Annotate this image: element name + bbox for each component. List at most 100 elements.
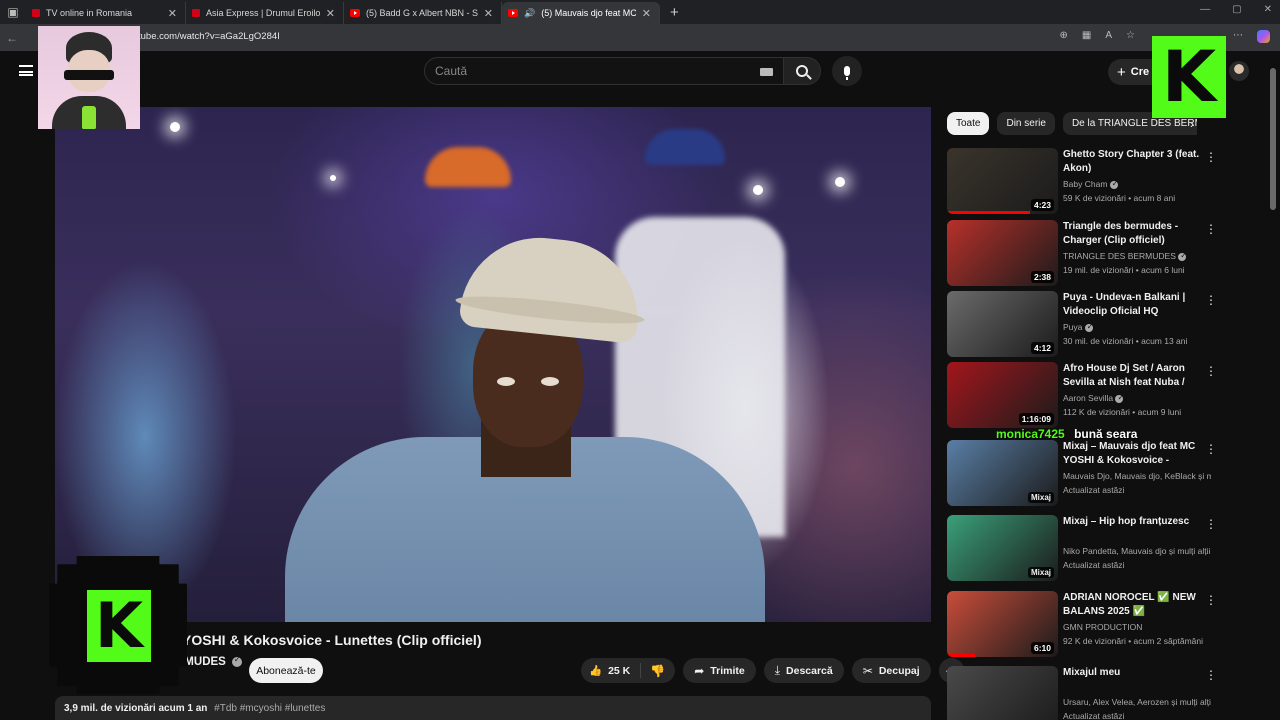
search-button[interactable] <box>783 57 821 85</box>
read-aloud-icon[interactable]: A <box>1105 30 1112 43</box>
share-button[interactable]: ➦ Trimite <box>683 658 756 683</box>
browser-tab-4-active[interactable]: 🔊 (5) Mauvais djo feat MC YOSHI ✕ <box>502 2 660 24</box>
download-button[interactable]: ⤓ Descarcă <box>763 658 844 683</box>
video-thumbnail[interactable] <box>947 666 1058 720</box>
recommendation-channel[interactable]: Niko Pandetta, Mauvais djo și mulți alți… <box>1063 546 1211 556</box>
video-thumbnail[interactable]: Mixaj <box>947 515 1058 581</box>
recommendation-title[interactable]: Afro House Dj Set / Aaron Sevilla at Nis… <box>1063 362 1201 390</box>
recommendation-title[interactable]: Triangle des bermudes - Charger (Clip of… <box>1063 220 1201 248</box>
recommendation-channel[interactable]: Baby Cham <box>1063 179 1211 189</box>
video-thumbnail[interactable]: 2:38 <box>947 220 1058 286</box>
like-dislike-group: 👍 25 K 👎 <box>581 658 676 683</box>
channel-name: Niko Pandetta, Mauvais djo și mulți alți… <box>1063 546 1211 556</box>
recommendation-item[interactable]: Mixajul meu Ursaru, Alex Velea, Aerozen ș… <box>947 666 1217 720</box>
menu-hamburger-icon[interactable] <box>19 65 33 76</box>
stage-light <box>753 185 763 195</box>
kebab-menu-icon[interactable]: ⋮ <box>1205 364 1217 378</box>
kebab-menu-icon[interactable]: ⋮ <box>1205 517 1217 531</box>
recommendation-title[interactable]: Puya - Undeva-n Balkani | Videoclip Ofic… <box>1063 291 1201 319</box>
url-text[interactable]: tube.com/watch?v=aGa2LgO284I <box>138 31 280 42</box>
kebab-menu-icon[interactable]: ⋮ <box>1205 442 1217 456</box>
recommendation-item[interactable]: Mixaj Mixaj – Mauvais djo feat MC YOSHI &… <box>947 440 1217 506</box>
kebab-menu-icon[interactable]: ⋮ <box>1205 668 1217 682</box>
window-close-icon[interactable]: ✕ <box>1264 4 1272 15</box>
tab-close-icon[interactable]: ✕ <box>168 7 177 20</box>
description-box[interactable]: 3,9 mil. de vizionări acum 1 an #Tdb #mc… <box>55 696 931 720</box>
recommendation-channel[interactable]: Puya <box>1063 322 1211 332</box>
copilot-icon[interactable] <box>1257 30 1270 43</box>
download-icon: ⤓ <box>774 663 781 677</box>
browser-tab-3[interactable]: (5) Badd G x Albert NBN - Situatie ✕ <box>344 2 502 24</box>
video-thumbnail[interactable]: Mixaj <box>947 440 1058 506</box>
more-menu-icon[interactable]: ⋯ <box>1233 30 1243 43</box>
recommendation-title[interactable]: Mixajul meu <box>1063 666 1201 680</box>
video-thumbnail[interactable]: 4:12 <box>947 291 1058 357</box>
duration-badge: 1:16:09 <box>1018 413 1054 425</box>
apps-icon[interactable]: ▦ <box>1082 30 1091 43</box>
search-input[interactable] <box>435 64 735 78</box>
subscribe-button[interactable]: Abonează-te <box>249 658 323 683</box>
minimize-icon[interactable]: — <box>1200 4 1210 15</box>
recommendation-channel[interactable]: Aaron Sevilla <box>1063 393 1211 403</box>
avatar-jacket-stripe <box>82 106 96 129</box>
recommendation-item[interactable]: Mixaj Mixaj – Hip hop franțuzesc Niko Pand… <box>947 515 1217 581</box>
kebab-menu-icon[interactable]: ⋮ <box>1205 593 1217 607</box>
kebab-menu-icon[interactable]: ⋮ <box>1205 150 1217 164</box>
channel-name: Ursaru, Alex Velea, Aerozen și mulți alț… <box>1063 697 1211 707</box>
audio-playing-icon[interactable]: 🔊 <box>524 8 535 19</box>
recommendation-channel[interactable]: TRIANGLE DES BERMUDES <box>1063 251 1211 261</box>
recommendation-title[interactable]: Ghetto Story Chapter 3 (feat. Akon) <box>1063 148 1201 176</box>
browser-tab-2[interactable]: Asia Express | Drumul Eroilor e o ✕ <box>186 2 344 24</box>
kebab-menu-icon[interactable]: ⋮ <box>1205 222 1217 236</box>
download-label: Descarcă <box>786 664 833 677</box>
channel-name: TRIANGLE DES BERMUDES <box>1063 251 1176 261</box>
dislike-button[interactable]: 👎 <box>641 664 675 678</box>
stage-light <box>835 177 845 187</box>
favorite-star-icon[interactable]: ☆ <box>1126 30 1135 43</box>
hashtags[interactable]: #Tdb #mcyoshi #lunettes <box>214 703 325 714</box>
tab-actions-icon[interactable]: ▣ <box>0 0 26 24</box>
video-thumbnail[interactable]: 6:10 <box>947 591 1058 657</box>
recommendation-title[interactable]: Mixaj – Hip hop franțuzesc <box>1063 515 1201 529</box>
recommendation-meta: 92 K de vizionări • acum 2 săptămâni <box>1063 636 1203 646</box>
page-scrollbar[interactable] <box>1270 68 1276 210</box>
recommendation-item[interactable]: 4:23 Ghetto Story Chapter 3 (feat. Akon) B… <box>947 148 1217 214</box>
tab-close-icon[interactable]: ✕ <box>326 7 335 20</box>
reader-icon[interactable]: ⊕ <box>1060 30 1068 43</box>
kebab-menu-icon[interactable]: ⋮ <box>1205 293 1217 307</box>
browser-tab-1[interactable]: TV online in Romania ✕ <box>26 2 186 24</box>
like-button[interactable]: 👍 25 K <box>581 663 642 678</box>
clip-button[interactable]: ✂ Decupaj <box>851 658 931 683</box>
recommendation-channel[interactable]: Mauvais Djo, Mauvais djo, KeBlack și mu.… <box>1063 471 1211 481</box>
video-thumbnail[interactable]: 4:23 <box>947 148 1058 214</box>
new-tab-button[interactable]: + <box>670 4 679 21</box>
avatar-sunglasses <box>64 70 114 80</box>
chip-series[interactable]: Din serie <box>997 112 1055 135</box>
kick-logo-letter: K <box>1161 36 1217 118</box>
recommendation-title[interactable]: Mixaj – Mauvais djo feat MC YOSHI & Koko… <box>1063 440 1201 468</box>
recommendation-item[interactable]: 2:38 Triangle des bermudes - Charger (Cli… <box>947 220 1217 286</box>
recommendation-item[interactable]: 4:12 Puya - Undeva-n Balkani | Videoclip … <box>947 291 1217 357</box>
recommendation-item[interactable]: 6:10 ADRIAN NOROCEL ✅ NEW BALANS 2025 ✅ GM… <box>947 591 1217 657</box>
verified-icon <box>1178 251 1187 261</box>
thumbs-down-icon: 👎 <box>650 663 666 678</box>
voice-search-button[interactable] <box>832 56 862 86</box>
recommendation-title[interactable]: ADRIAN NOROCEL ✅ NEW BALANS 2025 ✅ <box>1063 591 1201 619</box>
tab-title: TV online in Romania <box>46 8 133 18</box>
keyboard-icon[interactable] <box>760 68 773 76</box>
account-avatar[interactable] <box>1229 61 1249 81</box>
tab-close-icon[interactable]: ✕ <box>484 7 493 20</box>
chevron-right-icon[interactable]: › <box>1190 117 1194 131</box>
video-player[interactable] <box>55 107 931 622</box>
back-arrow-icon[interactable]: ← <box>0 31 24 45</box>
video-thumbnail[interactable]: 1:16:09 <box>947 362 1058 428</box>
maximize-icon[interactable]: ▢ <box>1232 4 1241 15</box>
recommendation-meta: 30 mil. de vizionări • acum 13 ani <box>1063 336 1188 346</box>
kick-badge-overlay: K <box>49 556 187 694</box>
tab-close-icon[interactable]: ✕ <box>642 7 651 20</box>
recommendation-item[interactable]: 1:16:09 Afro House Dj Set / Aaron Sevilla… <box>947 362 1217 428</box>
chip-all[interactable]: Toate <box>947 112 990 135</box>
recommendation-channel[interactable]: GMN PRODUCTION <box>1063 622 1211 632</box>
recommendation-channel[interactable]: Ursaru, Alex Velea, Aerozen și mulți alț… <box>1063 697 1211 707</box>
microphone-icon <box>844 66 850 80</box>
